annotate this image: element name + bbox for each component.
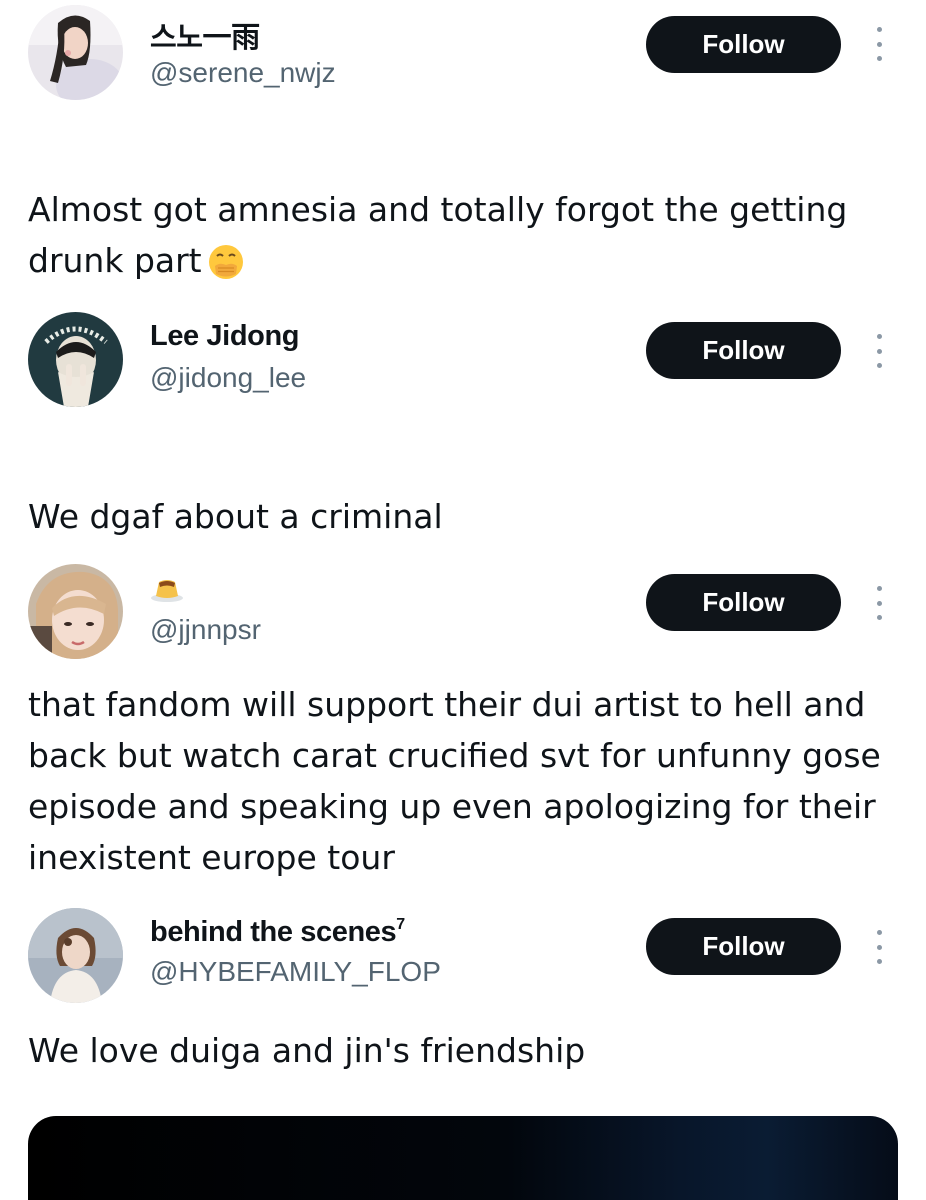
avatar[interactable] [28,908,123,1003]
more-options-icon[interactable] [870,334,888,368]
custard-pudding-emoji [151,580,183,602]
follow-button[interactable]: Follow [646,16,841,73]
display-name-emoji[interactable] [150,572,184,612]
handle[interactable]: @jjnnpsr [150,614,261,646]
feed: 스노一雨 @serene_nwjz Follow Almost got amne… [0,0,926,1200]
handle[interactable]: @serene_nwjz [150,57,336,89]
face-with-hand-over-mouth-emoji [208,243,244,294]
display-name[interactable]: Lee Jidong [150,320,299,353]
post-text: that fandom will support their dui artis… [28,679,908,883]
handle[interactable]: @HYBEFAMILY_FLOP [150,956,441,988]
post-text-content: We love duiga and jin's friendship [28,1031,586,1070]
follow-button[interactable]: Follow [646,918,841,975]
post-text: We love duiga and jin's friendship [28,1025,908,1076]
avatar[interactable] [28,5,123,100]
follow-button[interactable]: Follow [646,574,841,631]
more-options-icon[interactable] [870,27,888,61]
avatar[interactable] [28,564,123,659]
display-name[interactable]: 스노一雨 [150,14,260,56]
post-text-content: Almost got amnesia and totally forgot th… [28,190,848,280]
more-options-icon[interactable] [870,586,888,620]
display-name[interactable]: behind the scenes7 [150,916,405,949]
post-text: We dgaf about a criminal [28,491,908,542]
avatar[interactable] [28,312,123,407]
display-name-superscript: 7 [396,916,405,933]
follow-button[interactable]: Follow [646,322,841,379]
post-text: Almost got amnesia and totally forgot th… [28,184,908,294]
display-name-text: behind the scenes [150,916,397,948]
handle[interactable]: @jidong_lee [150,362,306,394]
post-text-content: that fandom will support their dui artis… [28,685,881,877]
post-text-content: We dgaf about a criminal [28,497,443,536]
media-preview[interactable] [28,1116,898,1200]
more-options-icon[interactable] [870,930,888,964]
